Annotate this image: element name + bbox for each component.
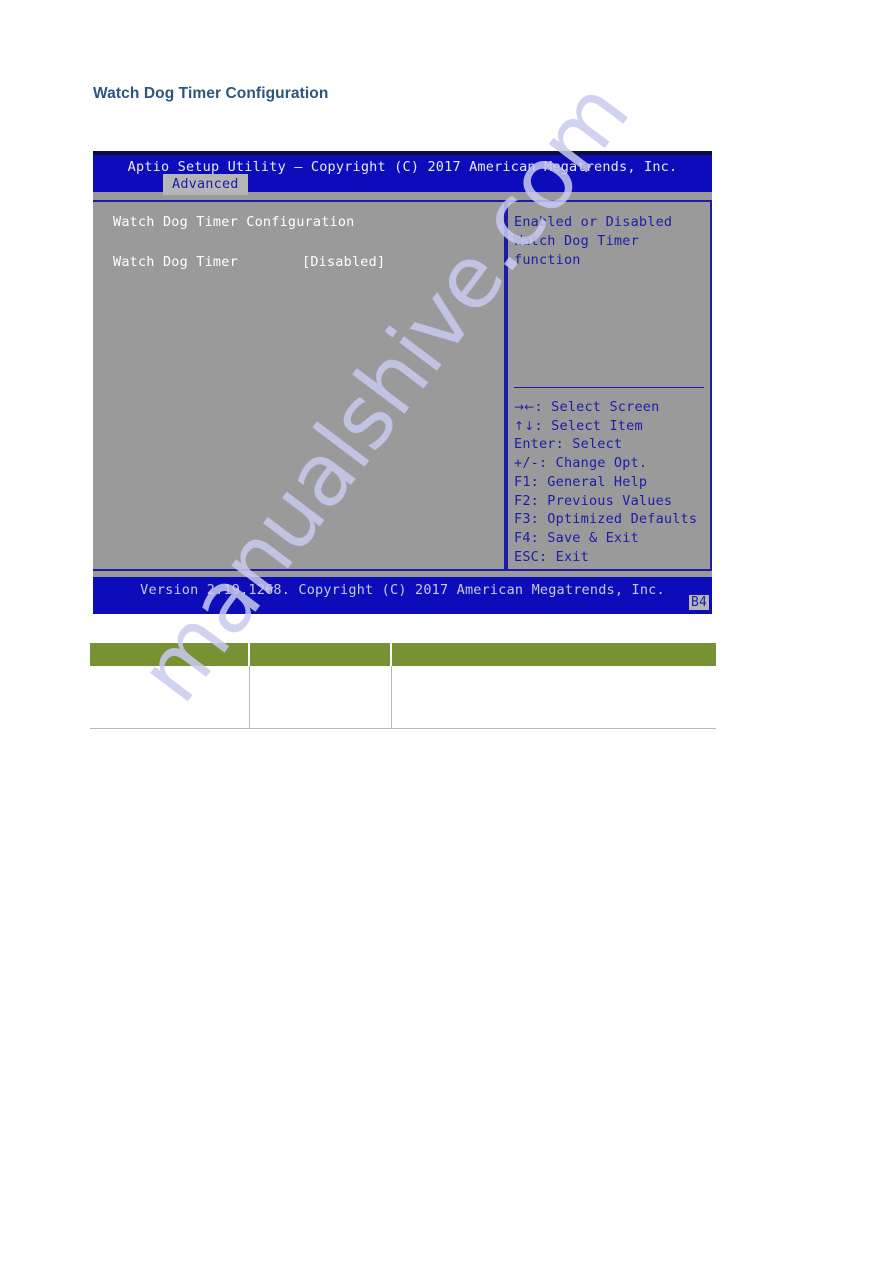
table-cell-value-3 xyxy=(392,666,717,673)
help-line-1: Enabled or Disabled xyxy=(514,214,673,230)
table-cell-3 xyxy=(391,666,716,729)
bios-settings-panel: Watch Dog Timer Configuration Watch Dog … xyxy=(93,200,506,571)
key-legend: →←: Select Screen ↑↓: Select Item Enter:… xyxy=(514,398,712,566)
table-cell-value-2 xyxy=(250,666,391,673)
left-right-arrow-icon: →← xyxy=(514,400,535,414)
bios-version-text: Version 2.19.1268. Copyright (C) 2017 Am… xyxy=(140,582,665,598)
key-legend-item-change-opt: +/-: Change Opt. xyxy=(514,455,648,472)
setting-row-watch-dog-timer[interactable]: Watch Dog Timer [Disabled] xyxy=(113,251,483,270)
table-cell-2 xyxy=(249,666,392,729)
settings-section-title: Watch Dog Timer Configuration xyxy=(113,214,355,230)
key-legend-item-save-and-exit: F4: Save & Exit xyxy=(514,529,639,546)
help-line-2: Watch Dog Timer function xyxy=(514,233,639,268)
page-title: Watch Dog Timer Configuration xyxy=(93,85,329,102)
table-header-row xyxy=(90,643,716,666)
table-header-label-1 xyxy=(90,643,248,650)
tab-advanced[interactable]: Advanced xyxy=(163,174,248,195)
table-header-label-2 xyxy=(250,643,390,650)
page-badge: B4 xyxy=(688,595,709,610)
bios-title: Aptio Setup Utility – Copyright (C) 2017… xyxy=(127,159,678,175)
table-header-cell-3 xyxy=(391,643,716,666)
key-legend-label-select-screen: : Select Screen xyxy=(534,399,660,415)
key-legend-item-enter-select: Enter: Select xyxy=(514,436,623,453)
up-down-arrow-icon: ↑↓ xyxy=(514,418,535,433)
key-legend-item-general-help: F1: General Help xyxy=(514,473,648,490)
key-legend-item-optimized-defaults: F3: Optimized Defaults xyxy=(514,511,698,528)
setting-label-watch-dog-timer: Watch Dog Timer xyxy=(113,254,238,270)
key-legend-item-exit: ESC: Exit xyxy=(514,548,589,565)
table-row xyxy=(90,666,716,729)
document-table xyxy=(90,643,716,729)
key-legend-label-select-item: : Select Item xyxy=(534,417,643,434)
bios-help-panel: Enabled or Disabled Watch Dog Timer func… xyxy=(506,200,712,571)
help-description: Enabled or Disabled Watch Dog Timer func… xyxy=(514,213,708,270)
table-header-cell-1 xyxy=(90,643,250,666)
table-cell-value-1 xyxy=(90,666,249,673)
bios-setup-screen: Aptio Setup Utility – Copyright (C) 2017… xyxy=(93,151,712,614)
setting-value-watch-dog-timer[interactable]: [Disabled] xyxy=(302,254,385,270)
table-cell-1 xyxy=(90,666,250,729)
key-legend-item-select-item: ↑↓: Select Item xyxy=(514,417,712,436)
key-legend-item-select-screen: →←: Select Screen xyxy=(514,398,712,417)
table-header-label-3 xyxy=(392,643,716,650)
key-legend-item-previous-values: F2: Previous Values xyxy=(514,492,673,509)
bios-footer-bar: Version 2.19.1268. Copyright (C) 2017 Am… xyxy=(93,577,712,614)
help-divider xyxy=(514,387,704,388)
table-header-cell-2 xyxy=(249,643,392,666)
